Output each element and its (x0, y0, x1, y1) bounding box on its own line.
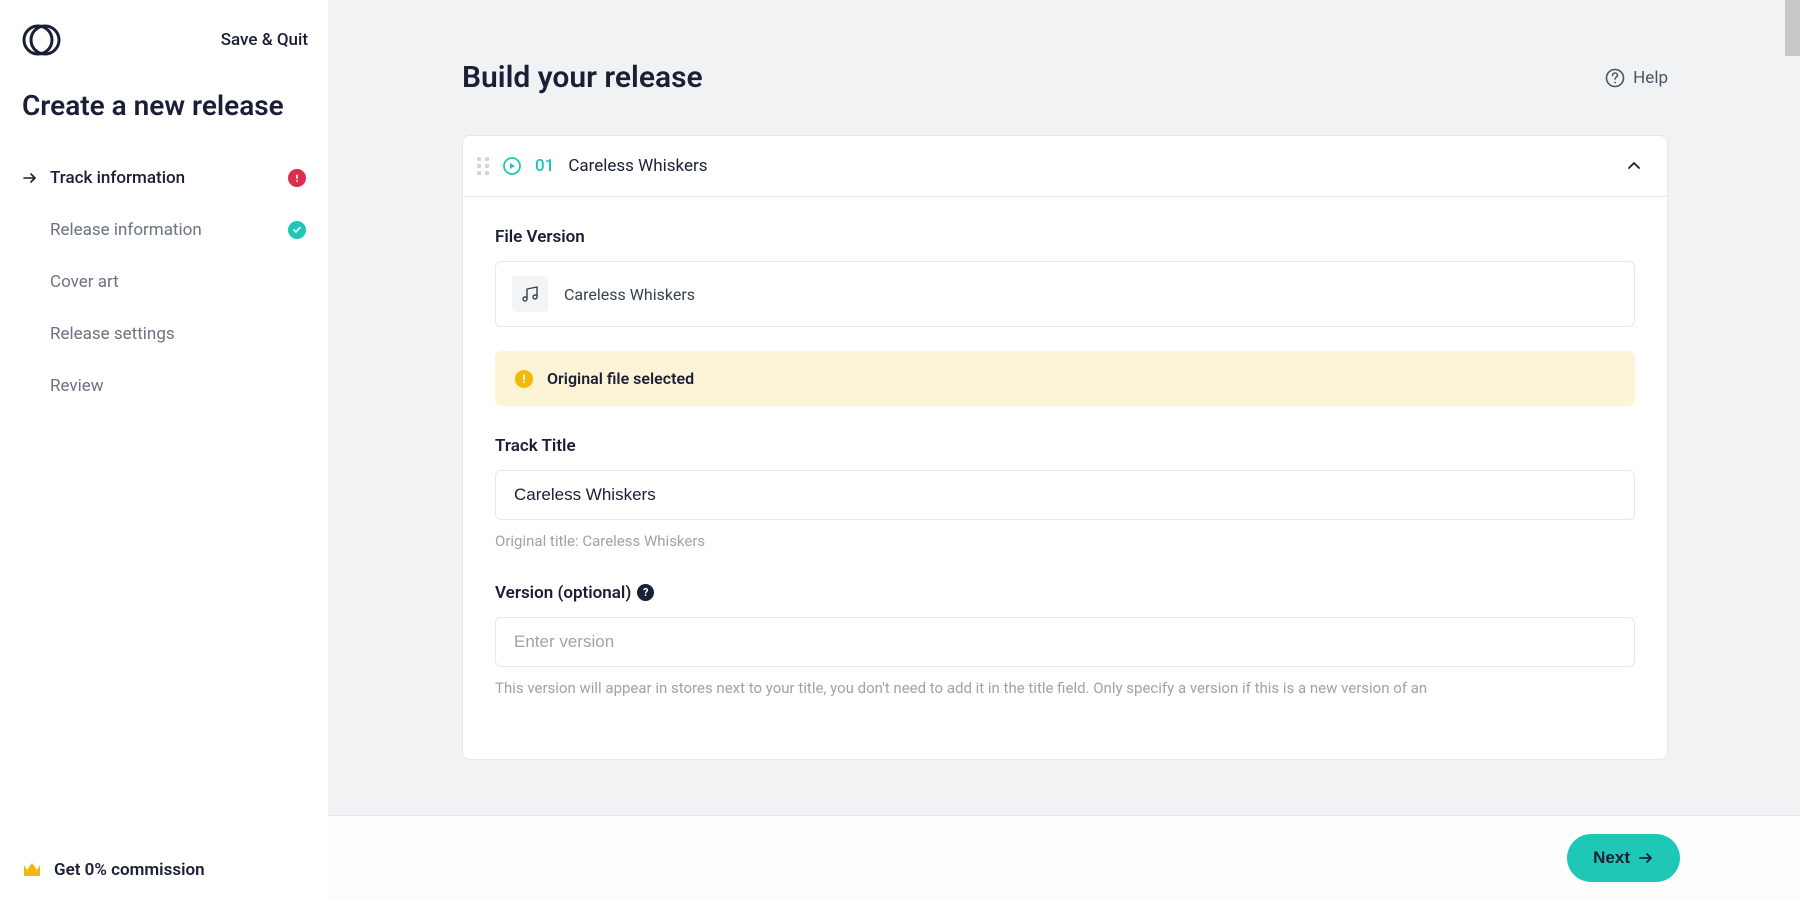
file-box[interactable]: Careless Whiskers (495, 261, 1635, 327)
check-icon (292, 225, 302, 235)
version-section: Version (optional) ? This version will a… (495, 583, 1635, 700)
nav-item-review[interactable]: Review (10, 360, 318, 412)
scrollbar-thumb[interactable] (1785, 0, 1800, 56)
play-icon[interactable] (503, 157, 521, 175)
help-link[interactable]: Help (1605, 68, 1668, 88)
version-label-row: Version (optional) ? (495, 583, 1635, 603)
nav-item-track-information[interactable]: Track information (10, 152, 318, 204)
track-title-input[interactable] (495, 470, 1635, 520)
nav-item-label: Cover art (50, 272, 119, 292)
file-version-section: File Version Careless Whiskers ! Origina… (495, 227, 1635, 406)
nav-item-release-settings[interactable]: Release settings (10, 308, 318, 360)
track-title-label: Track Title (495, 436, 1635, 456)
next-button[interactable]: Next (1567, 834, 1680, 882)
track-header[interactable]: 01 Careless Whiskers (463, 136, 1667, 197)
nav-item-left: Release information (22, 220, 202, 240)
music-icon (521, 285, 539, 303)
sidebar-footer[interactable]: Get 0% commission (0, 840, 328, 900)
help-label: Help (1633, 68, 1668, 88)
help-badge-icon[interactable]: ? (637, 584, 654, 601)
page-title: Build your release (462, 60, 703, 95)
version-label: Version (optional) (495, 583, 631, 603)
sidebar-title: Create a new release (0, 80, 328, 152)
nav-item-left: Review (22, 376, 104, 396)
nav-item-left: Cover art (22, 272, 119, 292)
file-icon-box (512, 276, 548, 312)
sidebar-top: Save & Quit (0, 0, 328, 80)
arrow-right-icon (22, 170, 38, 186)
sidebar: Save & Quit Create a new release Track i… (0, 0, 328, 900)
status-badge-success (288, 221, 306, 239)
track-card: 01 Careless Whiskers File Version Carele… (462, 135, 1668, 760)
track-title-hint: Original title: Careless Whiskers (495, 530, 1635, 553)
arrow-right-icon (1638, 850, 1654, 866)
next-button-label: Next (1593, 848, 1630, 868)
nav-item-label: Track information (50, 168, 185, 188)
track-title-section: Track Title Original title: Careless Whi… (495, 436, 1635, 553)
nav-item-release-information[interactable]: Release information (10, 204, 318, 256)
nav-list: Track information Release information Co… (0, 152, 328, 412)
version-hint: This version will appear in stores next … (495, 677, 1635, 700)
nav-item-cover-art[interactable]: Cover art (10, 256, 318, 308)
warning-icon: ! (515, 370, 533, 388)
nav-item-left: Track information (22, 168, 185, 188)
nav-item-label: Review (50, 376, 104, 396)
footer-bar: Next (328, 815, 1800, 900)
track-name: Careless Whiskers (568, 156, 1611, 176)
track-number: 01 (535, 156, 554, 176)
content-wrapper: Build your release Help 01 Careless Whis… (328, 0, 1800, 900)
help-icon (1605, 68, 1625, 88)
warning-text: Original file selected (547, 369, 694, 388)
nav-item-label: Release information (50, 220, 202, 240)
file-version-label: File Version (495, 227, 1635, 247)
warning-banner: ! Original file selected (495, 351, 1635, 406)
drag-handle-icon[interactable] (477, 157, 489, 175)
status-badge-error (288, 169, 306, 187)
track-body: File Version Careless Whiskers ! Origina… (463, 197, 1667, 759)
nav-item-left: Release settings (22, 324, 175, 344)
version-input[interactable] (495, 617, 1635, 667)
file-name: Careless Whiskers (564, 285, 695, 304)
crown-icon (22, 861, 42, 879)
chevron-up-icon[interactable] (1625, 157, 1643, 175)
save-quit-button[interactable]: Save & Quit (221, 30, 308, 50)
logo-icon (22, 20, 62, 60)
footer-text: Get 0% commission (54, 860, 205, 880)
page-header: Build your release Help (462, 60, 1668, 95)
exclamation-icon (292, 173, 302, 183)
nav-item-label: Release settings (50, 324, 175, 344)
main-content: Build your release Help 01 Careless Whis… (328, 0, 1800, 900)
